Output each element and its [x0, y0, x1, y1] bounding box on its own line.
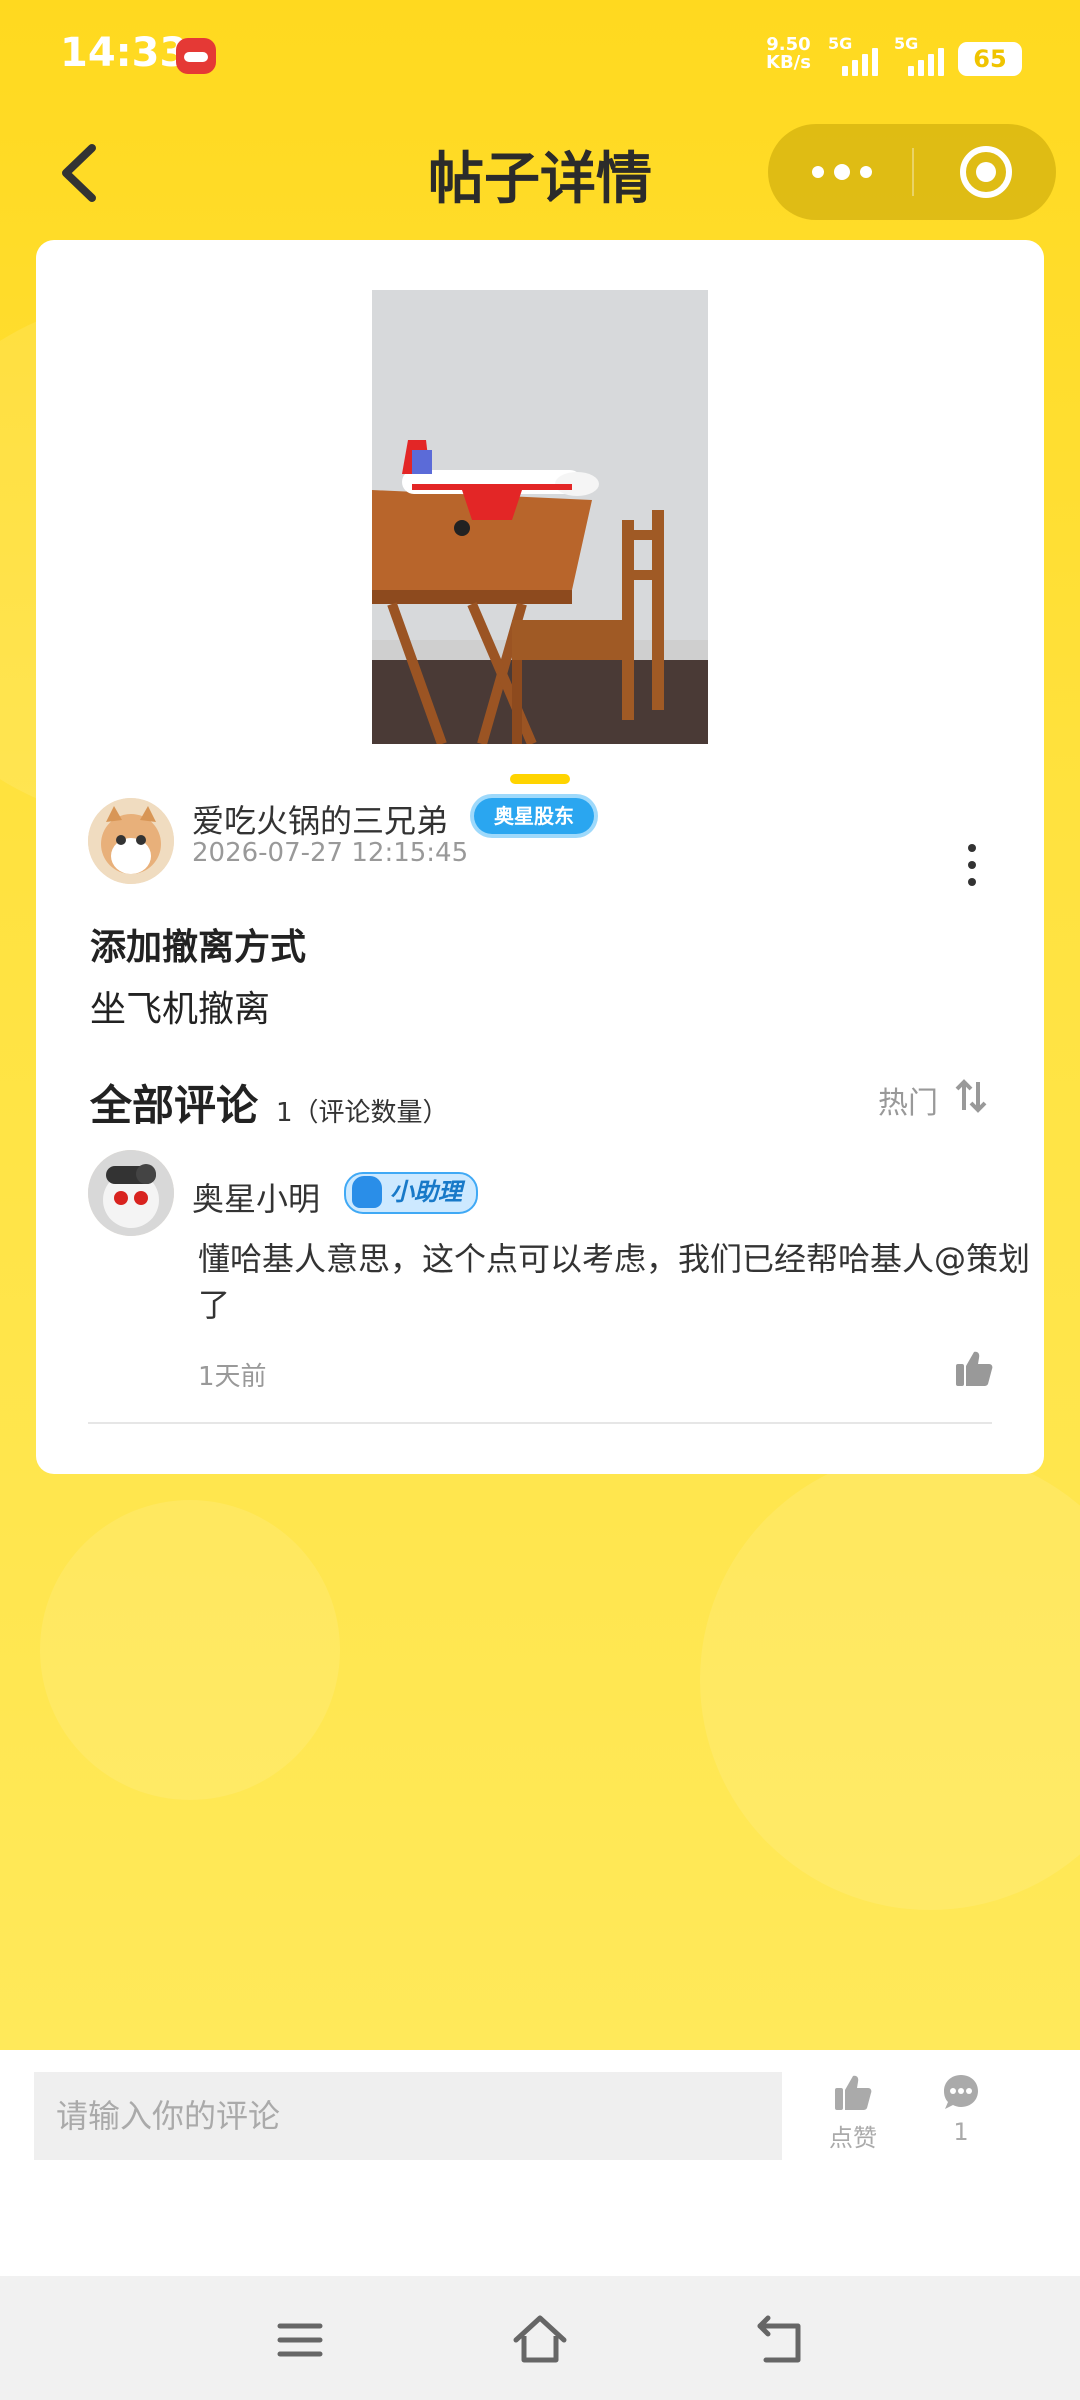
- comment-input[interactable]: [34, 2072, 782, 2160]
- comment-bar: 点赞 1: [0, 2050, 1080, 2276]
- shareholder-badge: 奥星股东: [474, 798, 594, 834]
- bg-decoration: [700, 1450, 1080, 1910]
- assistant-badge: 小助理: [344, 1172, 478, 1214]
- signal-icon: 5G: [894, 34, 964, 76]
- close-target-icon[interactable]: [960, 146, 1012, 198]
- more-dots-icon[interactable]: [812, 162, 872, 182]
- back-nav-button[interactable]: [752, 2312, 808, 2368]
- status-bar: 14:33 9.50 KB/s 5G 5G 65: [0, 0, 1080, 110]
- comment-count: 1: [953, 2118, 969, 2146]
- cat-avatar-icon: [88, 798, 174, 884]
- comments-section-title: 全部评论: [90, 1081, 259, 1130]
- like-button[interactable]: 点赞: [818, 2072, 888, 2162]
- home-icon: [513, 2315, 567, 2363]
- sort-label[interactable]: 热门: [878, 1078, 938, 1122]
- comment-bubble-icon: [944, 2075, 978, 2109]
- commenter-avatar[interactable]: [88, 1150, 174, 1236]
- back-nav-icon: [757, 2315, 801, 2363]
- thumbs-up-icon: [835, 2075, 872, 2110]
- menu-button[interactable]: [272, 2312, 328, 2368]
- status-time: 14:33: [60, 30, 188, 76]
- battery-indicator: 65: [958, 42, 1022, 76]
- post-image[interactable]: [372, 290, 708, 744]
- post-title: 添加撤离方式: [90, 927, 307, 968]
- home-button[interactable]: [512, 2312, 568, 2368]
- miniapp-capsule: [768, 124, 1056, 220]
- menu-icon: [277, 2323, 323, 2357]
- comment-text: 懂哈基人意思，这个点可以考虑，我们已经帮哈基人@策划了: [198, 1240, 1031, 1324]
- thumbs-up-icon[interactable]: [954, 1348, 994, 1388]
- post-photo: [372, 290, 708, 744]
- post-card: 爱吃火锅的三兄弟 奥星股东 2026-07-27 12:15:45 添加撤离方式…: [36, 240, 1044, 1474]
- divider: [88, 1422, 992, 1424]
- image-pager-indicator: [510, 774, 570, 784]
- network-speed: 9.50 KB/s: [766, 36, 811, 72]
- capsule-divider: [912, 148, 914, 196]
- kebab-icon[interactable]: [962, 844, 982, 888]
- signal-icon: 5G: [828, 34, 898, 76]
- post-timestamp: 2026-07-27 12:15:45: [192, 838, 469, 868]
- notification-app-icon: [176, 38, 216, 74]
- robot-cat-avatar-icon: [88, 1150, 174, 1236]
- system-nav-bar: [0, 2276, 1080, 2400]
- like-label: 点赞: [829, 2124, 877, 2152]
- post-body: 坐飞机撤离: [90, 989, 271, 1030]
- author-name[interactable]: 爱吃火锅的三兄弟: [192, 796, 448, 842]
- network-speed-unit: KB/s: [766, 52, 811, 73]
- author-avatar[interactable]: [88, 798, 174, 884]
- comment-time: 1天前: [198, 1362, 267, 1392]
- comments-count: 1（评论数量）: [276, 1098, 449, 1128]
- sort-icon[interactable]: [954, 1078, 988, 1114]
- bg-decoration: [40, 1500, 340, 1800]
- comment-button[interactable]: 1: [926, 2072, 996, 2162]
- commenter-name[interactable]: 奥星小明: [192, 1174, 320, 1220]
